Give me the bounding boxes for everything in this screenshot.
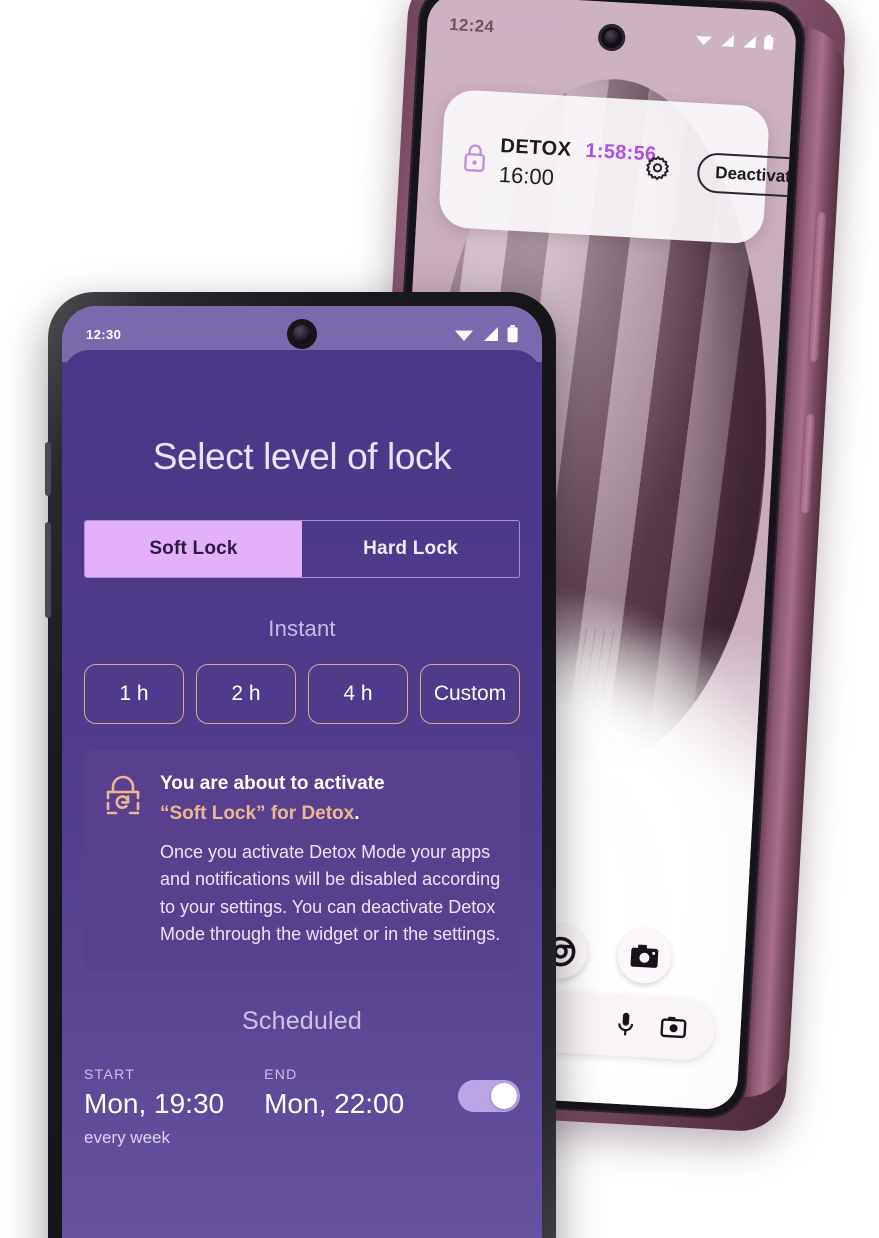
activation-info-card: You are about to activate “Soft Lock” fo… (84, 750, 520, 971)
instant-section-label: Instant (268, 616, 336, 641)
end-value: Mon, 22:00 (264, 1087, 405, 1119)
schedule-end-column[interactable]: END Mon, 22:00 (264, 1066, 404, 1120)
segment-hard-lock[interactable]: Hard Lock (302, 521, 519, 577)
duration-chip-custom[interactable]: Custom (420, 664, 520, 724)
widget-app-name: DETOX (499, 134, 573, 161)
lock-level-segmented-control: Soft Lock Hard Lock (84, 520, 520, 578)
activation-info-text: You are about to activate “Soft Lock” fo… (160, 770, 502, 949)
lock-reset-icon (102, 770, 144, 949)
page-title: Select level of lock (152, 436, 452, 477)
duration-chip-4h[interactable]: 4 h (308, 664, 408, 724)
battery-icon (507, 325, 518, 343)
widget-text-block: DETOX 1:58:56 16:00 (498, 134, 657, 194)
schedule-row: START Mon, 19:30 every week END Mon, 22:… (84, 1066, 520, 1148)
power-button[interactable] (45, 522, 51, 618)
front-status-clock: 12:30 (86, 326, 122, 342)
front-phone-device: 12:30 Select level of lock Soft Lock Har… (45, 292, 556, 1238)
battery-icon (763, 34, 774, 50)
lock-level-sheet: Select level of lock Soft Lock Hard Lock… (62, 350, 542, 1238)
info-headline-line2: “Soft Lock” for Detox. (160, 800, 502, 828)
deactivate-button[interactable]: Deactivate (696, 152, 798, 199)
duration-chip-2h[interactable]: 2 h (196, 664, 296, 724)
microphone-icon[interactable] (616, 1010, 636, 1042)
scheduled-section-label: Scheduled (242, 1006, 362, 1035)
signal-icon (721, 34, 735, 47)
wifi-icon (455, 330, 473, 341)
front-camera-punchhole (287, 319, 317, 349)
camera-icon[interactable] (615, 927, 673, 985)
segment-soft-lock[interactable]: Soft Lock (85, 521, 302, 577)
schedule-start-column[interactable]: START Mon, 19:30 every week (84, 1066, 224, 1148)
volume-button[interactable] (45, 442, 51, 496)
detox-widget[interactable]: DETOX 1:58:56 16:00 Deactivate (437, 88, 798, 245)
back-status-clock: 12:24 (448, 14, 495, 37)
google-lens-icon[interactable] (660, 1015, 687, 1043)
widget-end-time: 16:00 (498, 161, 555, 190)
toggle-knob (491, 1082, 517, 1109)
instant-duration-options: 1 h 2 h 4 h Custom (84, 664, 520, 724)
info-headline-period: . (354, 802, 360, 824)
screenshot-stage: 12:24 DETOX 1:58:56 16:00 Deactivate 12:… (0, 0, 879, 1238)
gear-icon[interactable] (643, 153, 673, 188)
info-body-paragraph: Once you activate Detox Mode your apps a… (160, 842, 501, 945)
end-caption: END (264, 1065, 298, 1082)
wifi-icon (695, 35, 712, 46)
start-value: Mon, 19:30 (84, 1087, 225, 1119)
duration-chip-1h[interactable]: 1 h (84, 664, 184, 724)
schedule-repeat: every week (84, 1127, 170, 1147)
schedule-toggle[interactable] (458, 1079, 520, 1112)
front-phone-screen: 12:30 Select level of lock Soft Lock Har… (62, 306, 542, 1238)
start-caption: START (84, 1065, 136, 1082)
front-status-icons (454, 325, 518, 343)
signal-icon (484, 327, 498, 341)
signal-icon (743, 36, 757, 49)
info-headline-line1: You are about to activate (160, 773, 385, 794)
info-headline-highlight: “Soft Lock” for Detox (160, 802, 355, 824)
back-status-icons (694, 31, 774, 51)
lock-icon (461, 141, 489, 177)
